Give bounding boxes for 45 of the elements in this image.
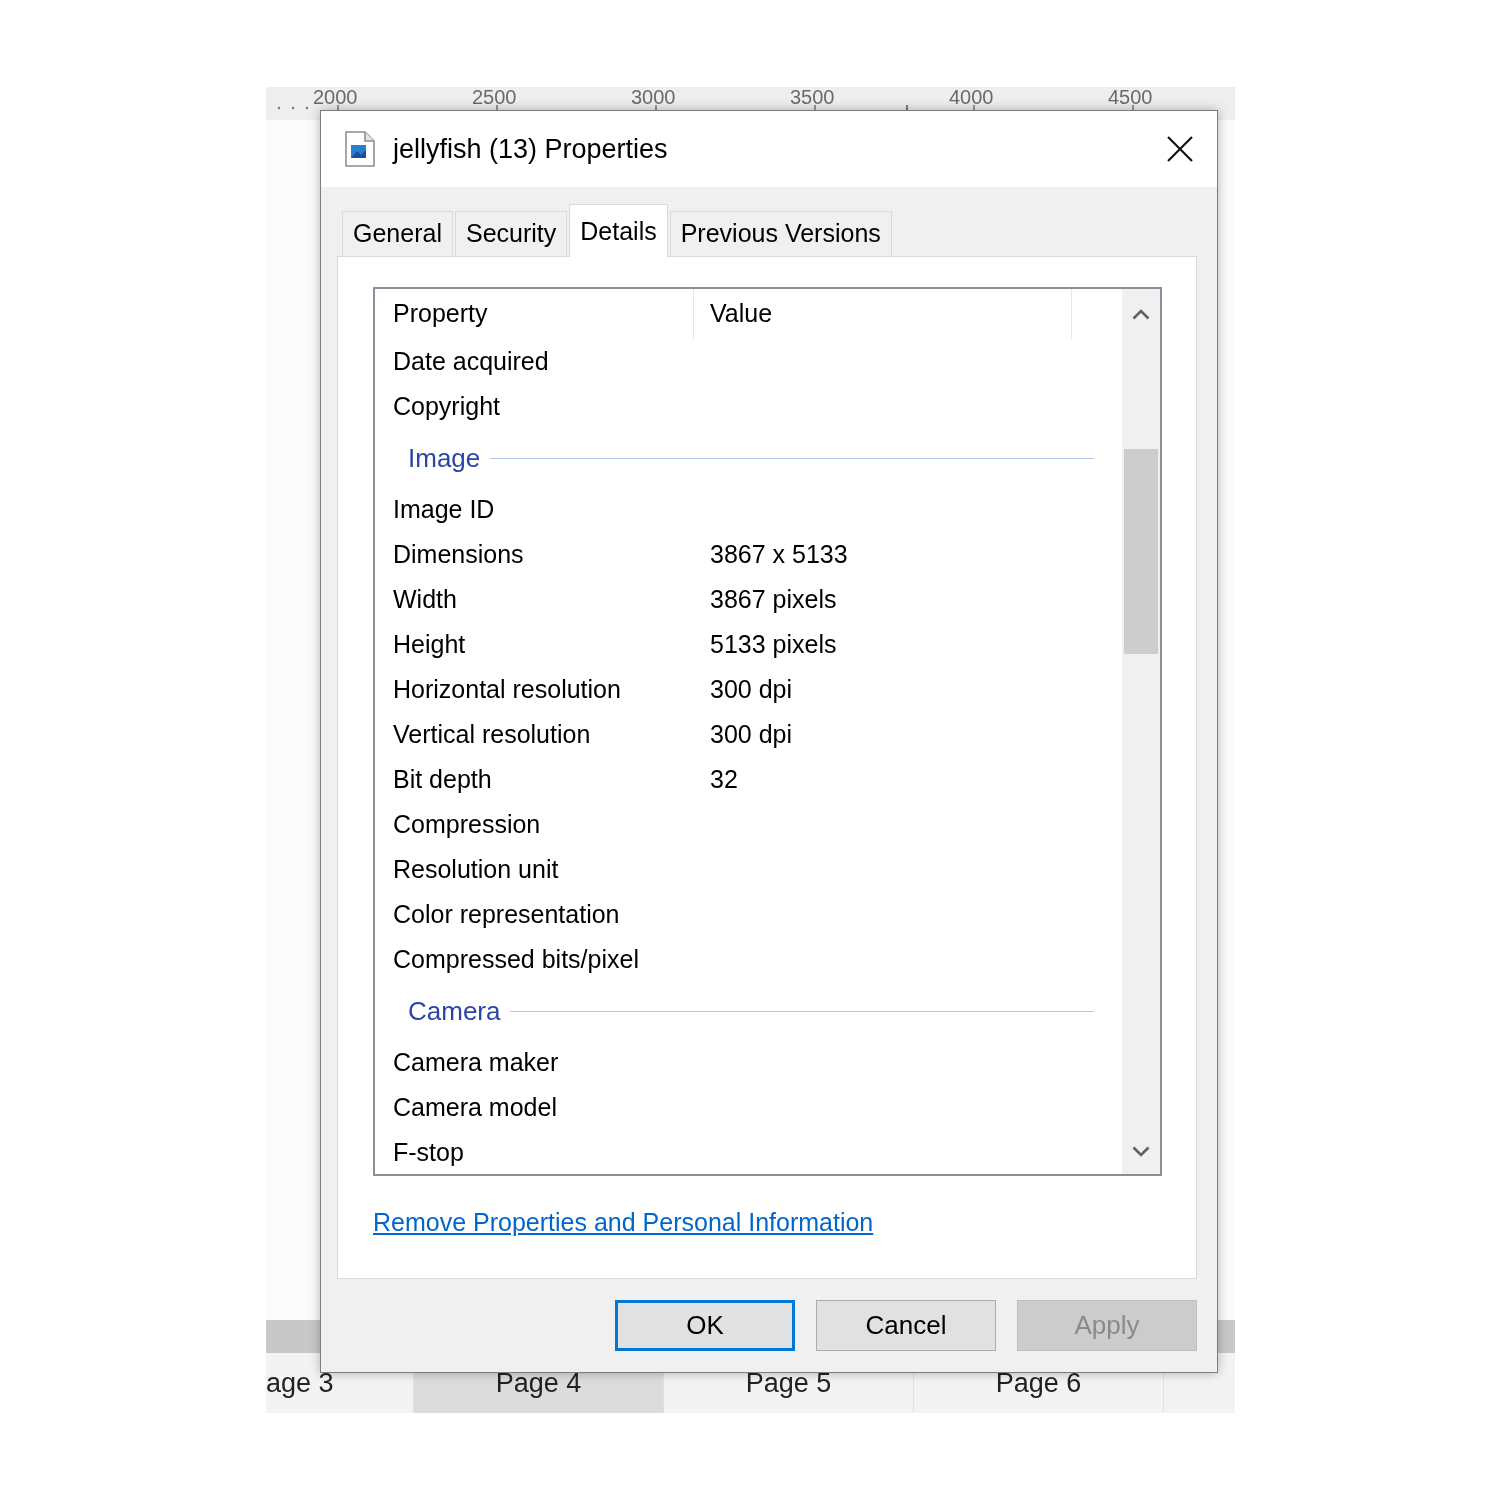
- window-title: jellyfish (13) Properties: [393, 132, 668, 166]
- close-icon[interactable]: [1167, 136, 1193, 162]
- ruler-label: 2000: [313, 88, 358, 106]
- column-header[interactable]: Property: [375, 289, 694, 339]
- ruler-label: 3000: [631, 88, 676, 106]
- property-value: 3867 pixels: [710, 584, 837, 613]
- property-name: Image ID: [393, 494, 495, 523]
- column-header[interactable]: Value: [694, 289, 1072, 339]
- tab[interactable]: Previous Versions: [669, 211, 892, 256]
- property-name: Camera model: [393, 1092, 557, 1121]
- property-name: Vertical resolution: [393, 719, 591, 748]
- property-name: F-stop: [393, 1137, 464, 1166]
- property-name: Height: [393, 629, 466, 658]
- tab[interactable]: Security: [454, 211, 568, 256]
- property-name: Bit depth: [393, 764, 492, 793]
- chevron-down-icon[interactable]: [1132, 1146, 1150, 1157]
- ruler-label: 4500: [1108, 88, 1153, 106]
- chevron-up-icon[interactable]: [1132, 309, 1150, 320]
- property-name: Horizontal resolution: [393, 674, 621, 703]
- ruler-label: 2500: [472, 88, 517, 106]
- property-name: Width: [393, 584, 457, 613]
- property-value: 32: [710, 764, 738, 793]
- property-name: Compressed bits/pixel: [393, 944, 639, 973]
- property-name: Dimensions: [393, 539, 524, 568]
- image-file-icon: [345, 131, 375, 167]
- scrollbar-thumb[interactable]: [1124, 449, 1158, 654]
- group-heading: Image: [408, 441, 481, 475]
- property-value: 300 dpi: [710, 719, 793, 748]
- ruler-label: 4000: [949, 88, 994, 106]
- tab[interactable]: General: [342, 211, 453, 256]
- property-name: Date acquired: [393, 346, 549, 375]
- ruler-label: 3500: [790, 88, 835, 106]
- property-name: Copyright: [393, 391, 500, 420]
- dialog-button[interactable]: OK: [615, 1300, 795, 1351]
- remove-properties-link[interactable]: Remove Properties and Personal Information: [373, 1208, 874, 1236]
- property-name: Camera maker: [393, 1047, 559, 1076]
- property-name: Resolution unit: [393, 854, 559, 883]
- property-name: Color representation: [393, 899, 620, 928]
- property-name: Compression: [393, 809, 541, 838]
- property-value: 3867 x 5133: [710, 539, 848, 568]
- dialog-button[interactable]: Cancel: [816, 1300, 996, 1351]
- tab[interactable]: Details: [569, 204, 668, 257]
- group-heading: Camera: [408, 994, 501, 1028]
- property-value: 300 dpi: [710, 674, 793, 703]
- property-value: 5133 pixels: [710, 629, 837, 658]
